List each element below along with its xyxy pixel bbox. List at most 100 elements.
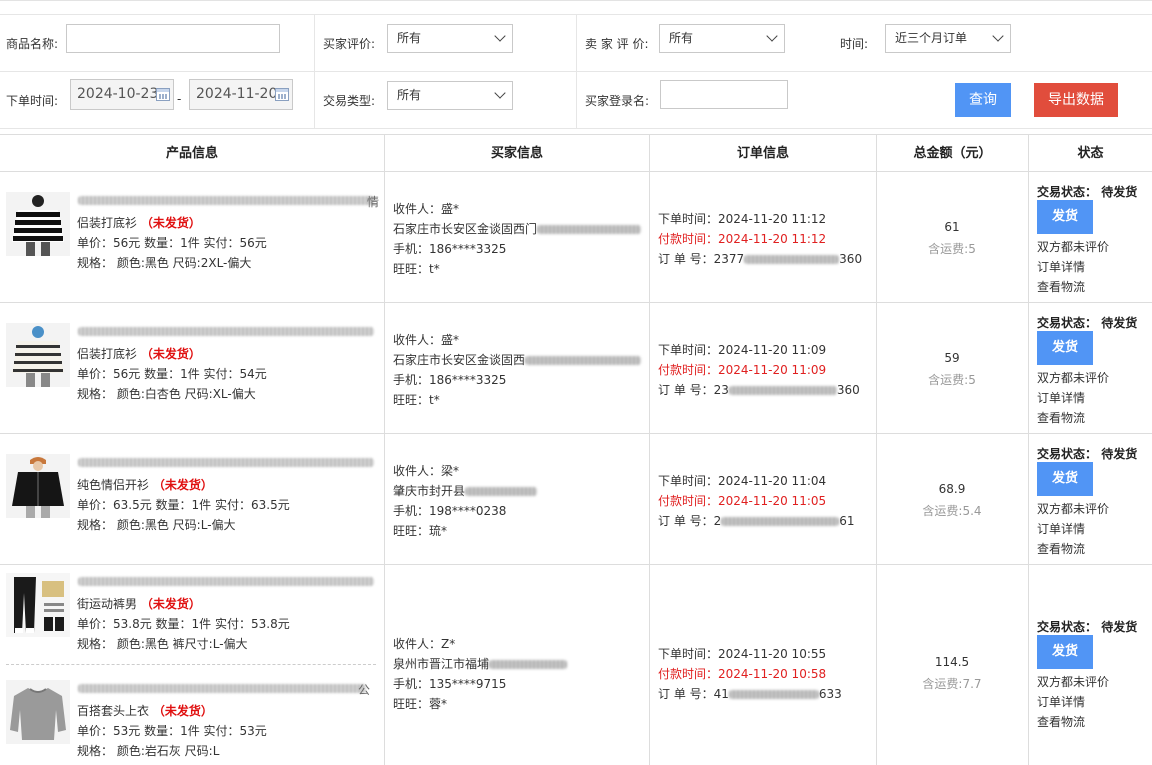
buyer-address-text: 石家庄市长安区金谈固西门 bbox=[393, 222, 538, 236]
order-detail-link[interactable]: 订单详情 bbox=[1037, 389, 1085, 406]
product-price-line: 单价：56元 数量：1件 实付：54元 bbox=[77, 367, 267, 381]
table-row: 纯色情侣开衫 （未发货） 单价：63.5元 数量：1件 实付：63.5元 规格：… bbox=[0, 434, 1152, 565]
blurred-text bbox=[465, 487, 538, 496]
buyer-receiver: 收件人：盛* bbox=[393, 202, 460, 216]
date-to-input[interactable]: 2024-11-20 bbox=[189, 79, 293, 110]
product-image[interactable] bbox=[6, 323, 70, 387]
trade-type-label: 交易类型: bbox=[323, 94, 376, 108]
order-number: 订 单 号：2377 360 bbox=[658, 250, 862, 267]
rating-status: 双方都未评价 bbox=[1037, 502, 1110, 516]
product-title-blurred bbox=[78, 577, 374, 586]
trade-status-value: 待发货 bbox=[1101, 316, 1138, 330]
buyer-address: 石家庄市长安区金谈固西门 bbox=[393, 220, 642, 237]
amount-cell: 61 含运费:5 bbox=[877, 172, 1029, 302]
product-image[interactable] bbox=[6, 680, 70, 744]
total-amount: 68.9 bbox=[938, 482, 966, 496]
view-logistics-link[interactable]: 查看物流 bbox=[1037, 278, 1085, 295]
buyer-phone: 手机：186****3325 bbox=[393, 242, 507, 256]
product-image[interactable] bbox=[6, 573, 70, 637]
buyer-address-text: 肇庆市封开县 bbox=[393, 484, 466, 498]
product-name-input[interactable] bbox=[66, 24, 280, 53]
product-name-text: 街运动裤男 bbox=[77, 597, 138, 611]
rating-status: 双方都未评价 bbox=[1037, 240, 1110, 254]
ship-button[interactable]: 发货 bbox=[1037, 462, 1093, 496]
buyer-receiver: 收件人：梁* bbox=[393, 464, 460, 478]
ship-button[interactable]: 发货 bbox=[1037, 331, 1093, 365]
buyer-rating-select[interactable]: 所有 bbox=[387, 24, 513, 53]
buyer-rating-label: 买家评价: bbox=[323, 37, 376, 51]
striped-sweater-black-icon bbox=[6, 192, 70, 256]
product-name-text: 侣装打底衫 bbox=[77, 216, 138, 230]
calendar-icon[interactable] bbox=[156, 88, 170, 101]
header-status: 状态 bbox=[1077, 146, 1104, 161]
grey-sweatshirt-icon bbox=[6, 680, 70, 744]
order-number: 订 单 号：41 633 bbox=[658, 685, 842, 702]
unshipped-badge: （未发货） bbox=[152, 704, 213, 718]
view-logistics-link[interactable]: 查看物流 bbox=[1037, 713, 1085, 730]
order-number-suffix: 360 bbox=[836, 383, 860, 397]
product-price-line: 单价：53.8元 数量：1件 实付：53.8元 bbox=[77, 617, 290, 631]
unshipped-badge: （未发货） bbox=[140, 347, 201, 361]
view-logistics-link[interactable]: 查看物流 bbox=[1037, 540, 1085, 557]
chevron-down-icon bbox=[494, 30, 506, 42]
pay-time: 付款时间：2024-11-20 11:12 bbox=[658, 232, 827, 246]
product-title-blurred bbox=[78, 196, 374, 205]
trade-status: 交易状态： 待发货 bbox=[1037, 183, 1137, 200]
product-cell: 情 侣装打底衫 （未发货） 单价：56元 数量：1件 实付：56元 规格： 颜色… bbox=[0, 172, 385, 302]
chevron-down-icon bbox=[494, 87, 506, 99]
product-name-label: 商品名称: bbox=[6, 37, 59, 51]
rating-status: 双方都未评价 bbox=[1037, 371, 1110, 385]
order-detail-link[interactable]: 订单详情 bbox=[1037, 258, 1085, 275]
product-spec-line: 规格： 颜色:黑色 尺码:L-偏大 bbox=[77, 518, 236, 532]
time-range-select[interactable]: 近三个月订单 bbox=[885, 24, 1011, 53]
order-detail-link[interactable]: 订单详情 bbox=[1037, 520, 1085, 537]
buyer-cell: 收件人：盛* 石家庄市长安区金谈固西门 手机：186****3325 旺旺：t* bbox=[385, 172, 650, 302]
buyer-phone: 手机：198****0238 bbox=[393, 504, 507, 518]
pay-time: 付款时间：2024-11-20 10:58 bbox=[658, 667, 827, 681]
product-price-line: 单价：63.5元 数量：1件 实付：63.5元 bbox=[77, 498, 290, 512]
status-cell: 交易状态： 待发货 发货 双方都未评价 订单详情 查看物流 bbox=[1029, 565, 1152, 765]
buyer-cell: 收件人：梁* 肇庆市封开县 手机：198****0238 旺旺：琉* bbox=[385, 434, 650, 564]
buyer-cell: 收件人：Z* 泉州市晋江市福埔 手机：135****9715 旺旺：蓉* bbox=[385, 565, 650, 765]
product-spec-line: 规格： 颜色:黑色 裤尺寸:L-偏大 bbox=[77, 637, 248, 651]
buyer-wangwang: 旺旺：t* bbox=[393, 393, 440, 407]
view-logistics-link[interactable]: 查看物流 bbox=[1037, 409, 1085, 426]
trade-status-label: 交易状态： bbox=[1037, 185, 1098, 199]
trade-type-select[interactable]: 所有 bbox=[387, 81, 513, 110]
time-range-value: 近三个月订单 bbox=[895, 31, 968, 45]
product-image[interactable] bbox=[6, 454, 70, 518]
product-image[interactable] bbox=[6, 192, 70, 256]
ship-button[interactable]: 发货 bbox=[1037, 200, 1093, 234]
seller-rating-select[interactable]: 所有 bbox=[659, 24, 785, 53]
seller-rating-label: 卖 家 评 价: bbox=[585, 37, 649, 51]
query-button[interactable]: 查询 bbox=[955, 83, 1011, 117]
chevron-down-icon bbox=[992, 30, 1004, 42]
buyer-address: 石家庄市长安区金谈固西 bbox=[393, 351, 642, 368]
buyer-address: 泉州市晋江市福埔 bbox=[393, 655, 568, 672]
calendar-icon[interactable] bbox=[275, 88, 289, 101]
trade-status-label: 交易状态： bbox=[1037, 447, 1098, 461]
ship-button[interactable]: 发货 bbox=[1037, 635, 1093, 669]
order-number-prefix: 订 单 号：2 bbox=[658, 514, 722, 528]
buyer-phone: 手机：186****3325 bbox=[393, 373, 507, 387]
order-detail-link[interactable]: 订单详情 bbox=[1037, 693, 1085, 710]
header-total-amount: 总金额（元） bbox=[877, 135, 1029, 172]
order-time: 下单时间：2024-11-20 11:04 bbox=[658, 474, 827, 488]
product-name: 纯色情侣开衫 （未发货） bbox=[77, 476, 213, 493]
product-title-blurred bbox=[78, 458, 374, 467]
filter-panel: 商品名称: 买家评价: 所有 卖 家 评 价: 所有 时间: 近三个月订单 下单… bbox=[0, 0, 1152, 134]
total-amount: 61 bbox=[944, 220, 960, 234]
order-cell: 下单时间：2024-11-20 10:55 付款时间：2024-11-20 10… bbox=[650, 565, 877, 765]
blurred-text bbox=[721, 517, 840, 526]
order-cell: 下单时间：2024-11-20 11:04 付款时间：2024-11-20 11… bbox=[650, 434, 877, 564]
product-name: 侣装打底衫 （未发货） bbox=[77, 214, 201, 231]
product-name: 百搭套头上衣 （未发货） bbox=[77, 702, 213, 719]
date-from-input[interactable]: 2024-10-23 bbox=[70, 79, 174, 110]
rating-status: 双方都未评价 bbox=[1037, 675, 1110, 689]
product-spec-line: 规格： 颜色:黑色 尺码:2XL-偏大 bbox=[77, 256, 252, 270]
buyer-login-input[interactable] bbox=[660, 80, 788, 109]
buyer-receiver: 收件人：Z* bbox=[393, 637, 456, 651]
order-number-suffix: 633 bbox=[818, 687, 842, 701]
export-data-button[interactable]: 导出数据 bbox=[1034, 83, 1118, 117]
shipping-fee: 含运费:5 bbox=[928, 242, 976, 256]
